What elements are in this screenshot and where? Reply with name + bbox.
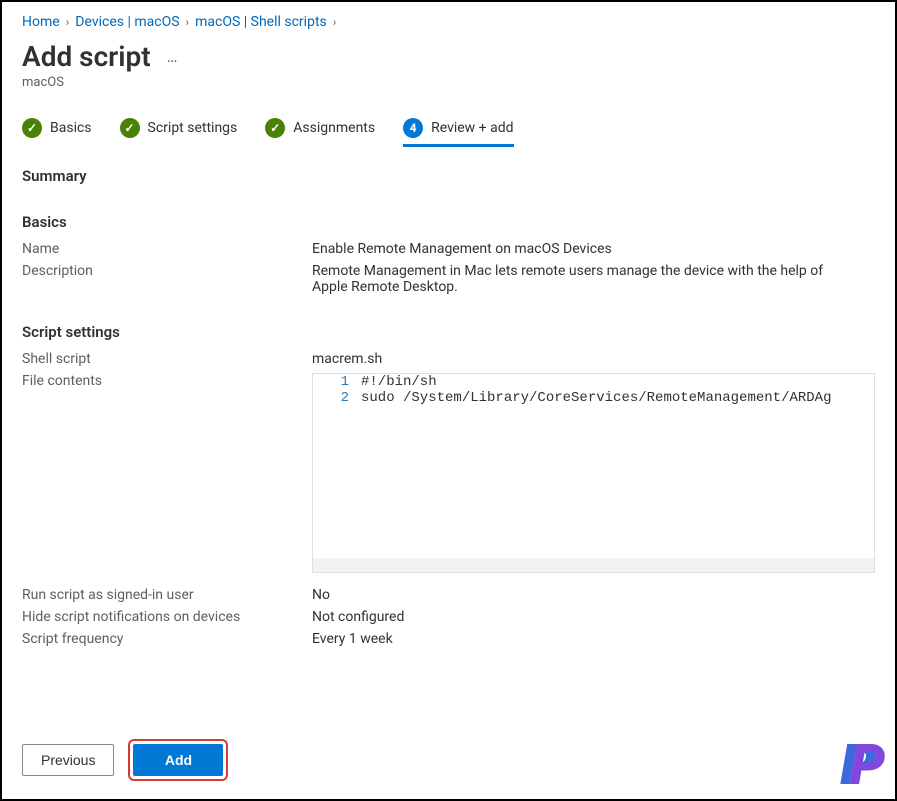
hide-notifications-label: Hide script notifications on devices: [22, 609, 312, 625]
tab-assignments[interactable]: ✓ Assignments: [265, 118, 375, 147]
chevron-right-icon: ›: [333, 15, 337, 29]
shell-script-label: Shell script: [22, 351, 312, 367]
code-line-1: #!/bin/sh: [361, 374, 437, 390]
chevron-right-icon: ›: [66, 15, 70, 29]
name-value: Enable Remote Management on macOS Device…: [312, 241, 875, 257]
line-number: 2: [313, 390, 361, 406]
previous-button[interactable]: Previous: [22, 744, 114, 776]
wizard-footer: Previous Add: [22, 739, 228, 781]
tab-label: Script settings: [148, 120, 238, 136]
file-contents-code: 1 #!/bin/sh 2 sudo /System/Library/CoreS…: [312, 373, 875, 573]
breadcrumb-home[interactable]: Home: [22, 14, 60, 30]
add-button[interactable]: Add: [133, 744, 223, 776]
shell-script-value: macrem.sh: [312, 351, 875, 367]
tab-review-add[interactable]: 4 Review + add: [403, 118, 513, 147]
description-label: Description: [22, 263, 312, 279]
name-label: Name: [22, 241, 312, 257]
breadcrumb-devices[interactable]: Devices | macOS: [75, 14, 179, 30]
page-subtitle: macOS: [22, 75, 875, 90]
breadcrumb: Home › Devices | macOS › macOS | Shell s…: [22, 14, 875, 30]
hide-notifications-value: Not configured: [312, 609, 875, 625]
step-number-icon: 4: [403, 118, 423, 138]
script-frequency-value: Every 1 week: [312, 631, 875, 647]
tab-label: Basics: [50, 120, 92, 136]
summary-heading: Summary: [22, 167, 875, 185]
check-icon: ✓: [120, 118, 140, 138]
run-signed-in-label: Run script as signed-in user: [22, 587, 312, 603]
wizard-tabs: ✓ Basics ✓ Script settings ✓ Assignments…: [22, 118, 875, 147]
check-icon: ✓: [22, 118, 42, 138]
run-signed-in-value: No: [312, 587, 875, 603]
line-number: 1: [313, 374, 361, 390]
breadcrumb-scripts[interactable]: macOS | Shell scripts: [195, 14, 327, 30]
script-settings-heading: Script settings: [22, 323, 875, 341]
code-line-2: sudo /System/Library/CoreServices/Remote…: [361, 390, 831, 406]
file-contents-label: File contents: [22, 373, 312, 389]
tab-label: Review + add: [431, 120, 513, 136]
script-frequency-label: Script frequency: [22, 631, 312, 647]
tab-script-settings[interactable]: ✓ Script settings: [120, 118, 238, 147]
description-value: Remote Management in Mac lets remote use…: [312, 263, 832, 295]
page-title: Add script: [22, 40, 151, 73]
tab-basics[interactable]: ✓ Basics: [22, 118, 92, 147]
more-actions-icon[interactable]: …: [167, 47, 180, 66]
tab-label: Assignments: [293, 120, 375, 136]
basics-heading: Basics: [22, 213, 875, 231]
highlight-annotation: Add: [128, 739, 228, 781]
watermark-logo: PP: [840, 737, 885, 793]
horizontal-scrollbar[interactable]: [313, 558, 874, 572]
chevron-right-icon: ›: [186, 15, 190, 29]
check-icon: ✓: [265, 118, 285, 138]
